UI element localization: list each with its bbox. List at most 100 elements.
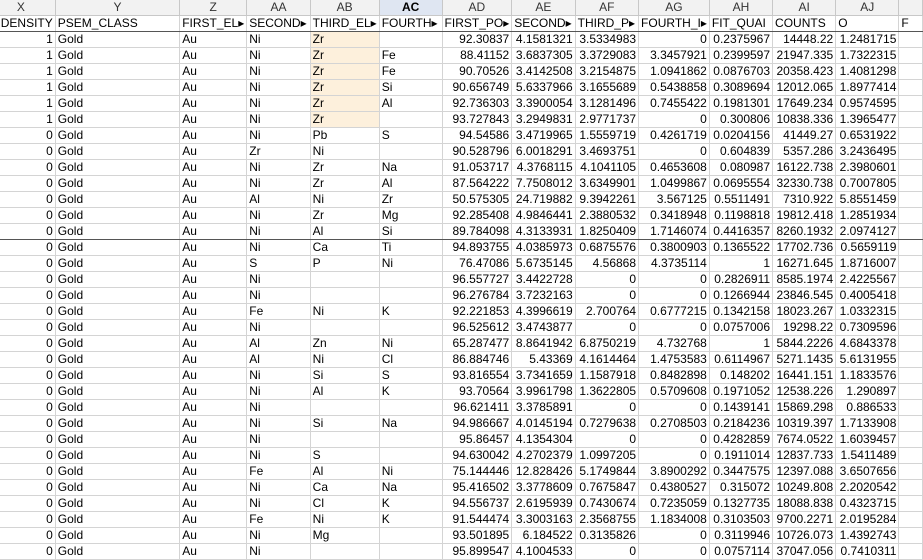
table-cell[interactable]: 1.0997205 <box>575 447 640 464</box>
table-cell[interactable] <box>898 543 923 560</box>
table-cell[interactable]: Gold <box>55 367 181 384</box>
table-cell[interactable] <box>898 367 923 384</box>
table-cell[interactable]: 6.0018291 <box>511 143 576 160</box>
table-cell[interactable]: Zr <box>310 47 380 64</box>
table-cell[interactable]: 0.2708503 <box>638 415 710 432</box>
table-cell[interactable]: Au <box>179 271 248 288</box>
table-cell[interactable]: 0 <box>0 431 56 448</box>
table-cell[interactable]: 0.1198818 <box>709 207 774 224</box>
table-cell[interactable]: Fe <box>246 463 311 480</box>
table-cell[interactable]: 0.0204156 <box>709 127 774 144</box>
table-cell[interactable]: 4.3133931 <box>511 223 576 240</box>
table-cell[interactable]: Gold <box>55 175 181 192</box>
field-name-cell[interactable]: FOURTH▸ <box>379 15 443 32</box>
table-cell[interactable]: Fe <box>379 63 443 80</box>
table-cell[interactable]: Gold <box>55 543 181 560</box>
table-cell[interactable]: Zn <box>310 335 380 352</box>
table-cell[interactable]: 5844.2226 <box>772 335 837 352</box>
table-cell[interactable]: 1.4753583 <box>638 351 710 368</box>
table-cell[interactable]: Ni <box>246 79 311 96</box>
table-cell[interactable]: Zr <box>310 175 380 192</box>
table-cell[interactable]: 1.3965477 <box>835 111 900 128</box>
field-name-cell[interactable]: FIRST_PO▸ <box>442 15 513 32</box>
table-cell[interactable]: Au <box>179 111 248 128</box>
table-cell[interactable]: Al <box>246 191 311 208</box>
table-cell[interactable]: Ni <box>246 239 311 256</box>
table-cell[interactable]: 94.556737 <box>442 495 513 512</box>
table-cell[interactable] <box>898 319 923 336</box>
table-cell[interactable]: Al <box>246 335 311 352</box>
table-cell[interactable]: 0.8482898 <box>638 367 710 384</box>
column-header-ah[interactable]: AH <box>709 0 774 16</box>
column-header-x[interactable]: X <box>0 0 56 16</box>
table-cell[interactable]: 0 <box>575 543 640 560</box>
table-cell[interactable]: 92.285408 <box>442 207 513 224</box>
table-cell[interactable]: 0 <box>575 319 640 336</box>
table-cell[interactable] <box>898 255 923 272</box>
table-cell[interactable]: 90.656749 <box>442 79 513 96</box>
table-cell[interactable]: 41449.27 <box>772 127 837 144</box>
table-cell[interactable]: 0 <box>575 431 640 448</box>
table-cell[interactable]: 3.3785891 <box>511 399 576 416</box>
table-cell[interactable]: 5.6337966 <box>511 79 576 96</box>
table-cell[interactable]: 0 <box>575 399 640 416</box>
column-header-af[interactable]: AF <box>575 0 640 16</box>
table-cell[interactable] <box>898 511 923 528</box>
table-cell[interactable]: Fe <box>379 47 443 64</box>
table-cell[interactable]: Ni <box>246 399 311 416</box>
table-cell[interactable] <box>898 143 923 160</box>
table-cell[interactable]: 0.3447575 <box>709 463 774 480</box>
table-cell[interactable]: Al <box>379 95 443 112</box>
table-cell[interactable]: Zr <box>310 111 380 128</box>
table-cell[interactable]: 0.4282859 <box>709 431 774 448</box>
table-cell[interactable]: 21947.335 <box>772 47 837 64</box>
table-cell[interactable]: Gold <box>55 511 181 528</box>
table-cell[interactable]: Ni <box>246 447 311 464</box>
table-cell[interactable] <box>310 287 380 304</box>
table-cell[interactable]: 75.144446 <box>442 463 513 480</box>
table-cell[interactable]: 4.1581321 <box>511 31 576 48</box>
table-cell[interactable]: 4.9846441 <box>511 207 576 224</box>
field-name-cell[interactable]: FIT_QUAI <box>709 15 774 32</box>
table-cell[interactable]: Ni <box>246 479 311 496</box>
table-cell[interactable]: 0.1439141 <box>709 399 774 416</box>
table-cell[interactable]: Ni <box>310 511 380 528</box>
table-cell[interactable]: Cl <box>379 351 443 368</box>
table-cell[interactable]: 0 <box>638 111 710 128</box>
table-cell[interactable]: 0.1971052 <box>709 383 774 400</box>
table-cell[interactable] <box>310 431 380 448</box>
table-cell[interactable]: 0.0757006 <box>709 319 774 336</box>
field-name-cell[interactable]: O <box>835 15 900 32</box>
table-cell[interactable]: Al <box>379 175 443 192</box>
table-cell[interactable]: Au <box>179 175 248 192</box>
table-cell[interactable]: 0 <box>0 383 56 400</box>
table-cell[interactable]: 1.2481715 <box>835 31 900 48</box>
column-header-overflow[interactable] <box>898 0 923 16</box>
table-cell[interactable]: Au <box>179 367 248 384</box>
table-cell[interactable]: 0.7235059 <box>638 495 710 512</box>
table-cell[interactable]: 19812.418 <box>772 207 837 224</box>
table-cell[interactable]: 86.884746 <box>442 351 513 368</box>
table-cell[interactable]: 3.2949831 <box>511 111 576 128</box>
table-cell[interactable]: Au <box>179 239 248 256</box>
table-cell[interactable]: 16122.738 <box>772 159 837 176</box>
field-name-cell[interactable]: DENSITY <box>0 15 56 32</box>
table-cell[interactable]: 1.7322315 <box>835 47 900 64</box>
table-cell[interactable]: Fe <box>246 511 311 528</box>
table-cell[interactable]: 0 <box>0 255 56 272</box>
table-cell[interactable]: Au <box>179 303 248 320</box>
table-cell[interactable]: 4.1041105 <box>575 159 640 176</box>
table-cell[interactable] <box>898 63 923 80</box>
table-cell[interactable] <box>898 479 923 496</box>
column-header-y[interactable]: Y <box>55 0 181 16</box>
table-cell[interactable]: Si <box>310 367 380 384</box>
table-cell[interactable]: 0.4323715 <box>835 495 900 512</box>
table-cell[interactable]: Gold <box>55 351 181 368</box>
table-cell[interactable]: 12837.733 <box>772 447 837 464</box>
table-cell[interactable]: S <box>379 127 443 144</box>
table-cell[interactable]: 0.148202 <box>709 367 774 384</box>
table-cell[interactable]: 0 <box>0 319 56 336</box>
table-cell[interactable]: 0 <box>0 143 56 160</box>
table-cell[interactable]: 0.2826911 <box>709 271 774 288</box>
table-cell[interactable]: Au <box>179 351 248 368</box>
